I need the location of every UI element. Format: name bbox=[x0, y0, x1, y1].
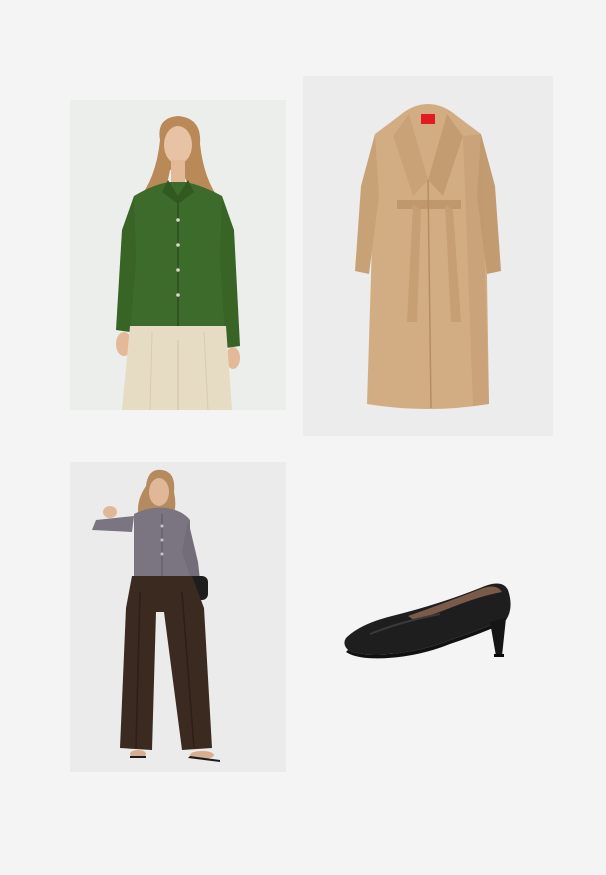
brand-label-icon bbox=[421, 114, 435, 124]
black-pump-photo bbox=[330, 560, 530, 680]
moodboard-canvas bbox=[0, 0, 606, 875]
black-pump-illustration bbox=[344, 583, 511, 659]
brown-trousers-outfit-photo bbox=[70, 462, 286, 772]
brown-trousers-illustration bbox=[70, 462, 286, 772]
green-blouse-photo bbox=[70, 100, 286, 410]
green-blouse-illustration bbox=[70, 100, 286, 410]
camel-coat-illustration bbox=[303, 76, 553, 436]
camel-coat-photo bbox=[303, 76, 553, 436]
